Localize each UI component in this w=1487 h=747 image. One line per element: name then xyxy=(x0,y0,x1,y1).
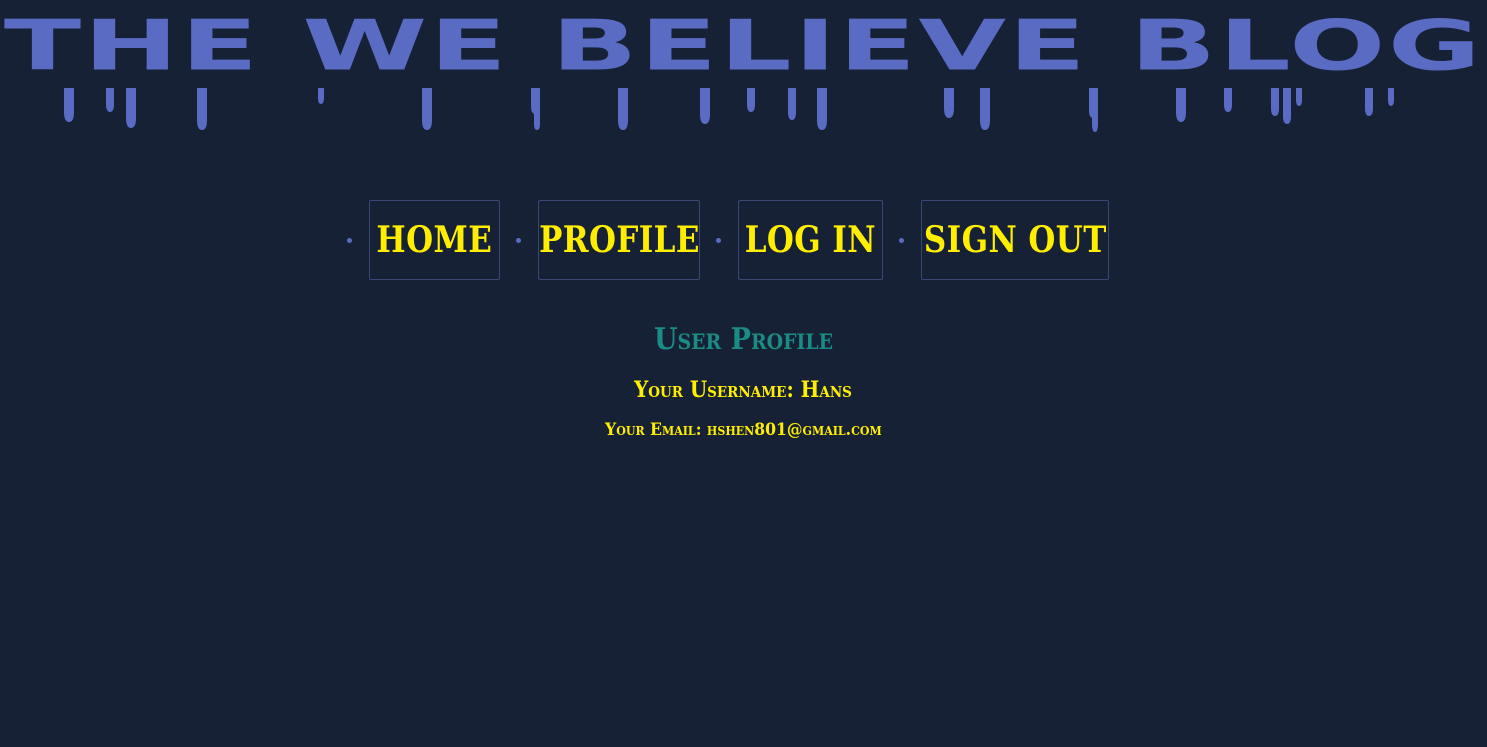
nav-bullet-icon xyxy=(716,238,721,243)
profile-email: Your Email: hshen801@gmail.com xyxy=(0,420,1487,440)
drip-decoration xyxy=(64,88,1394,132)
nav-bullet-icon xyxy=(516,238,521,243)
nav-profile-label: PROFILE xyxy=(538,219,700,261)
nav-bullet-icon xyxy=(347,238,352,243)
nav-home-link[interactable]: HOME xyxy=(369,200,500,280)
nav-home-label: HOME xyxy=(376,219,493,261)
nav-login-link[interactable]: LOG IN xyxy=(738,200,883,280)
site-title: THE WE BELIEVE BLOG xyxy=(0,0,1487,140)
nav-signout-label: SIGN OUT xyxy=(923,219,1107,261)
nav-login-label: LOG IN xyxy=(744,219,877,261)
profile-email-text: Your Email: hshen801@gmail.com xyxy=(605,420,882,440)
profile-username: Your Username: Hans xyxy=(0,377,1487,403)
main-nav: HOME PROFILE LOG IN SIGN OUT xyxy=(0,200,1487,282)
nav-bullet-icon xyxy=(899,238,904,243)
nav-signout-link[interactable]: SIGN OUT xyxy=(921,200,1109,280)
profile-heading-text: User Profile xyxy=(653,322,834,357)
profile-username-text: Your Username: Hans xyxy=(634,377,853,403)
nav-profile-link[interactable]: PROFILE xyxy=(538,200,700,280)
profile-heading: User Profile xyxy=(0,322,1487,357)
